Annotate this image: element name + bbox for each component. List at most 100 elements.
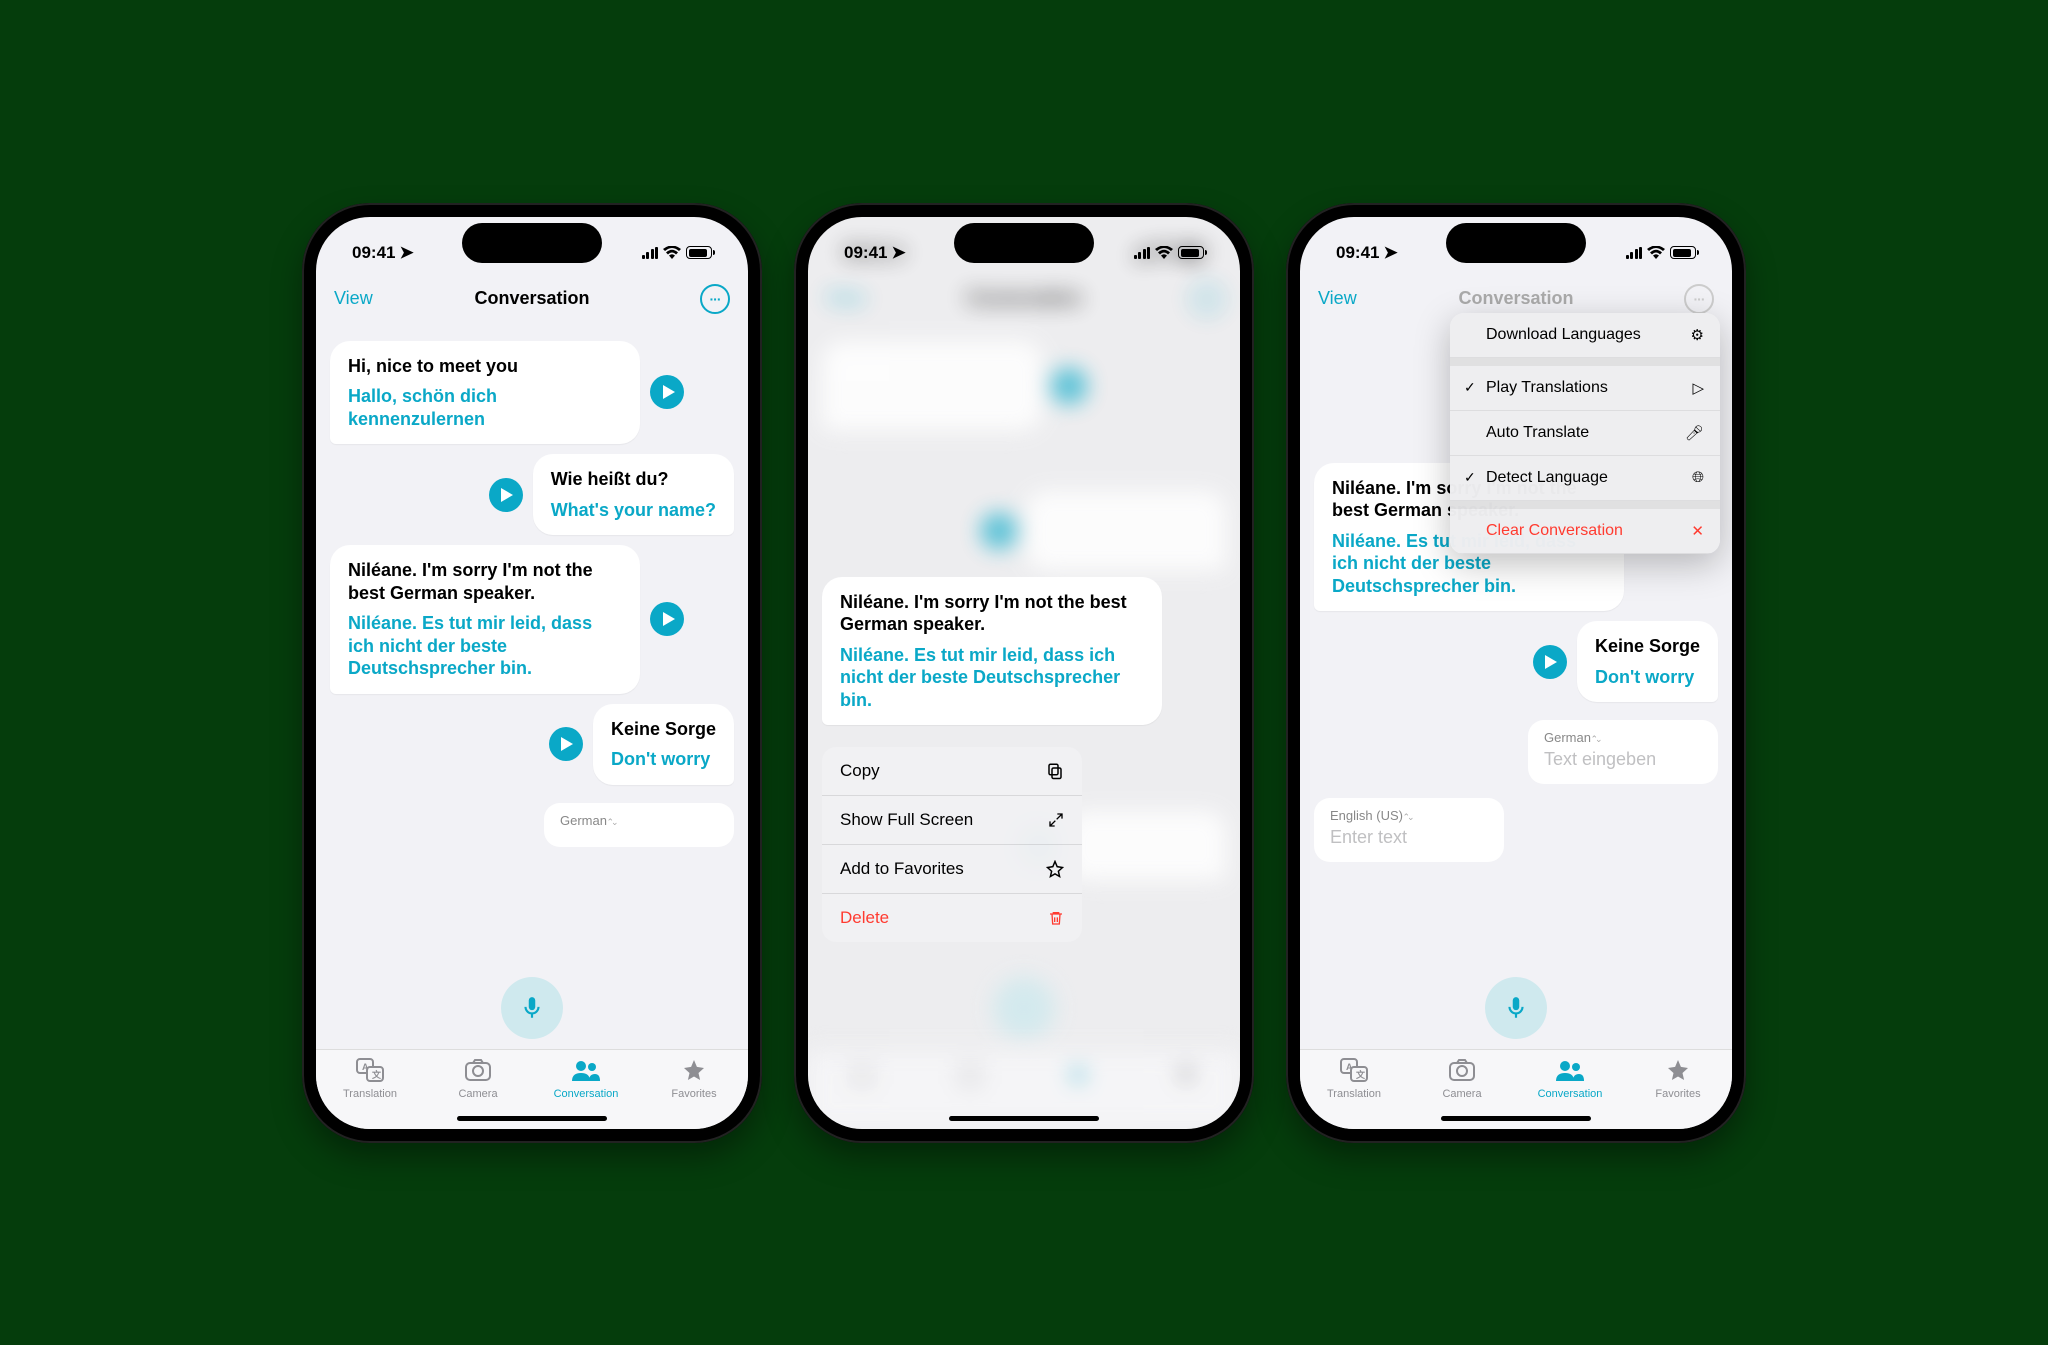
dynamic-island: [954, 223, 1094, 263]
message-bubble[interactable]: Niléane. I'm sorry I'm not the best Germ…: [330, 545, 640, 694]
translation-text: Don't worry: [1595, 666, 1700, 689]
play-icon[interactable]: [1533, 645, 1567, 679]
play-icon[interactable]: [549, 727, 583, 761]
input-box-german[interactable]: German: [544, 803, 734, 847]
battery-icon: [686, 246, 712, 259]
tab-translation[interactable]: A文 Translation: [1300, 1050, 1408, 1109]
translation-text: Don't worry: [611, 748, 716, 771]
gear-icon: ⚙︎: [1691, 326, 1704, 344]
battery-icon: [1178, 246, 1204, 259]
menu-label: Copy: [840, 761, 880, 781]
star-icon: [1665, 1058, 1691, 1086]
message-row: Keine Sorge Don't worry: [330, 704, 734, 785]
expand-icon: [1048, 812, 1064, 828]
input-box-german[interactable]: German Text eingeben: [1528, 720, 1718, 784]
people-icon: [1555, 1058, 1585, 1086]
message-bubble[interactable]: Niléane. I'm sorry I'm not the best Germ…: [822, 577, 1162, 726]
message-row: Keine Sorge Don't worry: [1314, 621, 1718, 702]
translation-icon: A文: [356, 1058, 384, 1086]
check-icon: ✓: [1464, 469, 1486, 486]
play-icon[interactable]: [489, 478, 523, 512]
cellular-icon: [642, 247, 659, 259]
tab-camera[interactable]: Camera: [1408, 1050, 1516, 1109]
menu-label: Detect Language: [1486, 469, 1692, 487]
more-button[interactable]: ···: [700, 284, 730, 314]
tab-camera[interactable]: Camera: [424, 1050, 532, 1109]
message-bubble[interactable]: Hi, nice to meet you Hallo, schön dich k…: [330, 341, 640, 445]
svg-text:文: 文: [371, 1069, 382, 1080]
menu-detect-language[interactable]: ✓ Detect Language 🌐︎: [1450, 456, 1720, 501]
menu-download-languages[interactable]: Download Languages ⚙︎: [1450, 313, 1720, 358]
tab-label: Favorites: [671, 1088, 716, 1100]
menu-fullscreen[interactable]: Show Full Screen: [822, 796, 1082, 845]
copy-icon: [1046, 762, 1064, 780]
menu-delete[interactable]: Delete: [822, 894, 1082, 942]
microphone-icon: [519, 995, 545, 1021]
page-title: Conversation: [966, 288, 1081, 309]
camera-icon: [464, 1058, 492, 1086]
menu-favorite[interactable]: Add to Favorites: [822, 845, 1082, 894]
dynamic-island: [462, 223, 602, 263]
menu-label: Delete: [840, 908, 889, 928]
tab-label: Camera: [1442, 1088, 1481, 1100]
location-icon: ➤: [1383, 243, 1397, 263]
menu-label: Auto Translate: [1486, 424, 1685, 442]
language-tag[interactable]: German: [560, 813, 718, 828]
microphone-button[interactable]: [1485, 977, 1547, 1039]
input-box-english[interactable]: English (US) Enter text: [1314, 798, 1504, 862]
microphone-button[interactable]: [501, 977, 563, 1039]
message-row: Wie heißt du? What's your name?: [330, 454, 734, 535]
view-button[interactable]: View: [1318, 288, 1357, 309]
language-tag[interactable]: English (US): [1330, 808, 1488, 823]
language-tag[interactable]: German: [1544, 730, 1702, 745]
more-button[interactable]: ···: [1684, 284, 1714, 314]
cellular-icon: [1626, 247, 1643, 259]
tab-label: Camera: [458, 1088, 497, 1100]
view-button[interactable]: View: [334, 288, 373, 309]
microphone-icon: [1503, 995, 1529, 1021]
cellular-icon: [1134, 247, 1151, 259]
wifi-icon: [1647, 246, 1665, 259]
message-bubble[interactable]: Keine Sorge Don't worry: [593, 704, 734, 785]
tab-label: Conversation: [554, 1088, 619, 1100]
home-indicator[interactable]: [949, 1116, 1099, 1121]
check-icon: ✓: [1464, 379, 1486, 396]
location-icon: ➤: [891, 243, 905, 263]
tab-favorites[interactable]: Favorites: [1624, 1050, 1732, 1109]
tab-translation[interactable]: A文 Translation: [316, 1050, 424, 1109]
tab-conversation[interactable]: Conversation: [532, 1050, 640, 1109]
view-button[interactable]: View: [826, 288, 865, 309]
menu-play-translations[interactable]: ✓ Play Translations ▷: [1450, 366, 1720, 411]
message-row: Hi, nice to meet you Hallo, schön dich k…: [330, 341, 734, 445]
conversation-content[interactable]: Hi, nice to meet you Hallo, schön dich k…: [316, 323, 748, 965]
tab-conversation[interactable]: Conversation: [1516, 1050, 1624, 1109]
tab-label: Translation: [1327, 1088, 1381, 1100]
input-placeholder: Text eingeben: [1544, 749, 1702, 770]
tab-favorites[interactable]: Favorites: [640, 1050, 748, 1109]
play-icon[interactable]: [650, 602, 684, 636]
status-time: 09:41: [1336, 243, 1379, 263]
more-dropdown-menu: Download Languages ⚙︎ ✓ Play Translation…: [1450, 313, 1720, 554]
page-title: Conversation: [474, 288, 589, 309]
svg-text:文: 文: [1355, 1069, 1366, 1080]
menu-clear-conversation[interactable]: Clear Conversation ✕: [1450, 509, 1720, 554]
play-icon[interactable]: [650, 375, 684, 409]
globe-icon: 🌐︎: [1692, 469, 1704, 486]
page-title: Conversation: [1458, 288, 1573, 309]
translation-text: What's your name?: [551, 499, 716, 522]
tab-label: Translation: [343, 1088, 397, 1100]
home-indicator[interactable]: [1441, 1116, 1591, 1121]
mic-wrap: [316, 965, 748, 1049]
message-row: Niléane. I'm sorry I'm not the best Germ…: [330, 545, 734, 694]
dynamic-island: [1446, 223, 1586, 263]
original-text: Wie heißt du?: [551, 468, 716, 491]
original-text: Keine Sorge: [1595, 635, 1700, 658]
menu-label: Show Full Screen: [840, 810, 973, 830]
wifi-icon: [663, 246, 681, 259]
more-button[interactable]: ···: [1192, 284, 1222, 314]
home-indicator[interactable]: [457, 1116, 607, 1121]
message-bubble[interactable]: Keine Sorge Don't worry: [1577, 621, 1718, 702]
menu-copy[interactable]: Copy: [822, 747, 1082, 796]
menu-auto-translate[interactable]: Auto Translate 🎤︎: [1450, 411, 1720, 456]
message-bubble[interactable]: Wie heißt du? What's your name?: [533, 454, 734, 535]
